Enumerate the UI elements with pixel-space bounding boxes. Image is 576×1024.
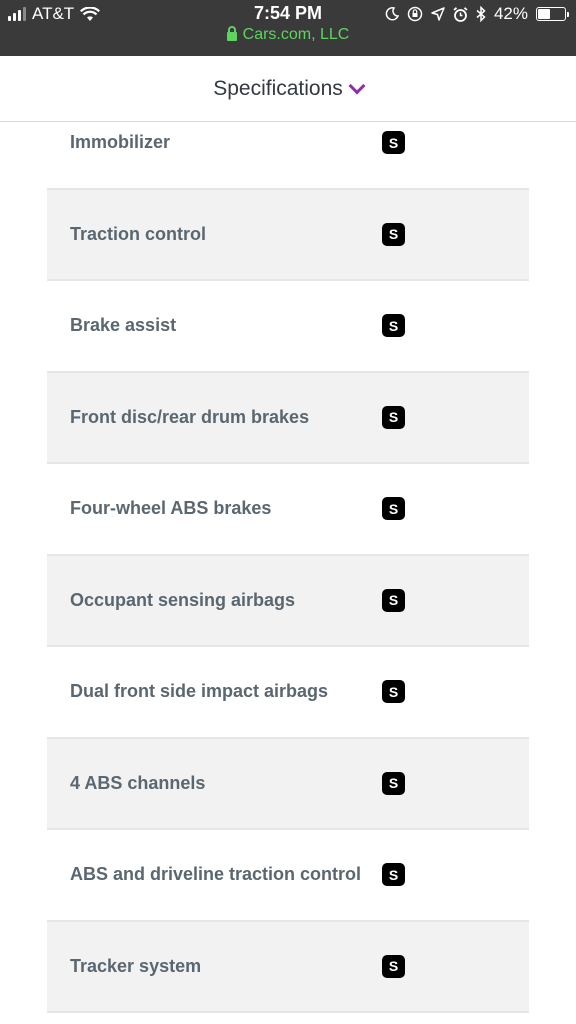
- battery-icon: [536, 7, 569, 21]
- location-icon: [431, 7, 445, 21]
- spec-row: Traction control S: [47, 189, 529, 281]
- standard-badge: S: [382, 588, 405, 612]
- standard-badge: S: [382, 405, 405, 429]
- standard-badge: S: [382, 954, 405, 978]
- spec-label: Dual front side impact airbags: [70, 681, 329, 702]
- spec-label: 4 ABS channels: [70, 772, 206, 793]
- chevron-down-icon: [348, 77, 366, 94]
- standard-badge: S: [382, 680, 405, 704]
- site-name: Cars.com, LLC: [242, 26, 350, 43]
- standard-badge: S: [382, 131, 405, 155]
- battery-percent: 42%: [493, 4, 528, 23]
- spec-row: Four-wheel ABS brakes S: [47, 464, 529, 556]
- alarm-icon: [453, 6, 468, 22]
- spec-row: Brake assist S: [47, 281, 529, 373]
- page-title: Specifications: [213, 76, 343, 100]
- standard-badge: S: [382, 863, 405, 887]
- spec-label: Tracker system: [70, 955, 202, 976]
- bluetooth-icon: [476, 6, 486, 22]
- spec-label: ABS and driveline traction control: [70, 864, 362, 885]
- site-identity: Cars.com, LLC: [0, 26, 576, 44]
- spec-label: Occupant sensing airbags: [70, 589, 296, 610]
- spec-label: Immobilizer: [70, 132, 171, 153]
- spec-row: 4 ABS channels S: [47, 738, 529, 830]
- moon-icon: [385, 7, 399, 21]
- standard-badge: S: [382, 222, 405, 246]
- spec-label: Front disc/rear drum brakes: [70, 406, 310, 427]
- battery-level-fill: [538, 9, 550, 19]
- standard-badge: S: [382, 497, 405, 521]
- status-right: 42%: [385, 4, 569, 24]
- spec-label: Brake assist: [70, 315, 177, 336]
- spec-label: Four-wheel ABS brakes: [70, 498, 272, 519]
- spec-list: Immobilizer S Traction control S Brake assis…: [47, 98, 529, 1013]
- standard-badge: S: [382, 771, 405, 795]
- spec-row: Front disc/rear drum brakes S: [47, 372, 529, 464]
- orientation-lock-icon: [407, 6, 423, 22]
- status-bar: AT&T 7:54 PM Cars.com, LLC 42%: [0, 0, 576, 56]
- spec-row: ABS and driveline traction control S: [47, 830, 529, 922]
- lock-icon: [226, 26, 237, 41]
- standard-badge: S: [382, 314, 405, 338]
- spec-label: Traction control: [70, 223, 207, 244]
- spec-row: Immobilizer S: [47, 98, 529, 190]
- spec-row: Tracker system S: [47, 921, 529, 1013]
- spec-row: Dual front side impact airbags S: [47, 647, 529, 739]
- spec-row: Occupant sensing airbags S: [47, 555, 529, 647]
